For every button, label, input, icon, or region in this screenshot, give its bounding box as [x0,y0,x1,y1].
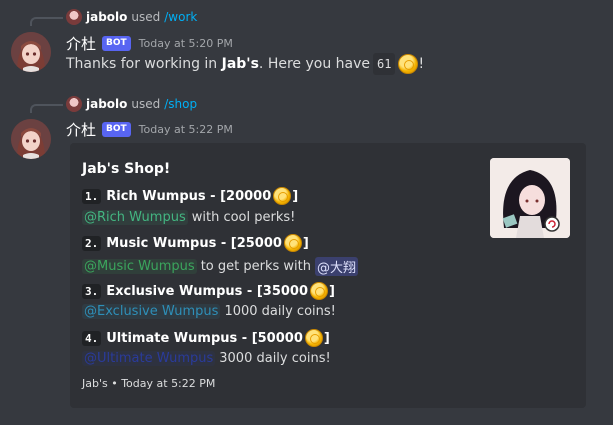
item-title-close: ] [329,283,335,299]
content-text-middle: . Here you have [258,56,370,72]
item-title-text: Exclusive Wumpus - [35000 [106,283,308,299]
role-mention-exclusive-wumpus[interactable]: @Exclusive Wumpus [82,304,221,319]
bot-avatar-image [11,119,51,159]
reply-username[interactable]: jabolo [86,96,127,112]
reply-used-text: used [131,10,161,24]
item-title-close: ] [323,330,330,346]
reply-username[interactable]: jabolo [86,9,127,25]
message-timestamp[interactable]: Today at 5:20 PM [139,37,233,50]
item-number: 1. [82,188,102,204]
item-title-close: ] [302,235,309,251]
item-desc-text: 1000 daily coins! [224,304,336,319]
author-name[interactable]: 介杜 [66,119,96,140]
role-mention-rich-wumpus[interactable]: @Rich Wumpus [82,210,188,225]
embed-footer: Jab's • Today at 5:22 PM [82,377,216,390]
bot-avatar[interactable] [11,32,51,72]
bot-tag: BOT [102,121,131,137]
shop-embed: Jab's Shop! 1. Rich Wumpus - [20000 ] @R… [70,143,586,408]
amount-code: 61 [373,53,396,75]
item-title-close: ] [292,188,299,204]
shop-item-2-desc: @Music Wumpus to get perks with @大翔 [82,257,358,276]
embed-title: Jab's Shop! [82,161,171,177]
reply-user-avatar[interactable] [66,9,82,25]
message-timestamp[interactable]: Today at 5:22 PM [139,123,233,136]
shop-item-3-title: 3. Exclusive Wumpus - [35000 ] [82,282,335,300]
content-text-before: Thanks for working in [66,56,218,72]
shop-item-4-desc: @Ultimate Wumpus 3000 daily coins! [82,351,331,366]
role-mention-ultimate-wumpus[interactable]: @Ultimate Wumpus [82,351,216,366]
reply-context[interactable]: jabolo used /shop [66,96,197,112]
anime-girl-thumbnail-image [490,158,570,238]
shop-item-3-desc: @Exclusive Wumpus 1000 daily coins! [82,304,336,319]
reply-command[interactable]: /work [164,9,197,25]
shop-item-1-desc: @Rich Wumpus with cool perks! [82,210,295,225]
item-desc-text: 3000 daily coins! [219,351,331,366]
coin-icon [304,329,323,347]
reply-context[interactable]: jabolo used /work [66,9,197,25]
shop-item-2-title: 2. Music Wumpus - [25000 ] [82,234,309,252]
item-desc-text: with cool perks! [191,210,296,225]
author-name[interactable]: 介杜 [66,33,96,54]
reply-connector [30,104,63,113]
reply-used-text: used [131,97,161,111]
item-number: 4. [82,330,102,346]
reply-connector [30,17,63,26]
message-header: 介杜 BOT Today at 5:22 PM [66,119,233,139]
coin-icon [283,234,302,252]
bot-avatar[interactable] [11,119,51,159]
role-mention-music-wumpus[interactable]: @Music Wumpus [82,259,197,274]
content-text-after: ! [418,56,425,72]
item-number: 3. [82,283,102,299]
embed-thumbnail[interactable] [490,158,570,238]
shop-item-1-title: 1. Rich Wumpus - [20000 ] [82,187,298,205]
message-content: Thanks for working in Jab's. Here you ha… [66,53,424,75]
item-title-text: Rich Wumpus - [20000 [106,188,272,204]
coin-icon [398,54,419,74]
bot-avatar-image [11,32,51,72]
coin-icon [273,187,292,205]
user-mention[interactable]: @大翔 [314,257,358,276]
reply-user-avatar[interactable] [66,96,82,112]
bot-tag: BOT [102,35,131,51]
item-number: 2. [82,235,102,251]
item-title-text: Music Wumpus - [25000 [106,235,282,251]
item-title-text: Ultimate Wumpus - [50000 [106,330,303,346]
item-desc-text: to get perks with [200,259,311,274]
reply-command[interactable]: /shop [164,96,197,112]
content-bold-server: Jab's [221,56,259,72]
coin-icon [310,282,328,300]
shop-item-4-title: 4. Ultimate Wumpus - [50000 ] [82,329,330,347]
message-header: 介杜 BOT Today at 5:20 PM [66,33,233,53]
